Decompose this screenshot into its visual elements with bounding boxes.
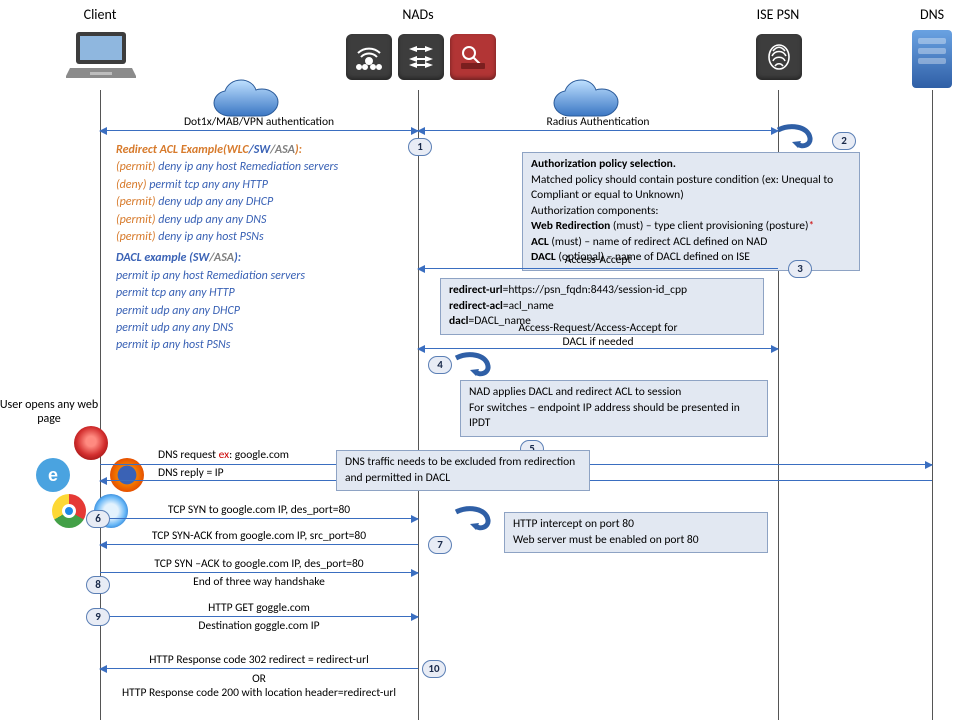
arrow-label: TCP SYN-ACK from google.com IP, src_port…	[100, 529, 418, 543]
redirect-acl-header: Redirect ACL Example(WLC/SW/ASA):	[116, 142, 406, 159]
acl-row: (permit) deny ip any host Remediation se…	[116, 159, 406, 176]
server-icon	[912, 30, 952, 88]
arrow-label: Destination goggle.com IP	[100, 619, 418, 633]
step-badge-2: 2	[832, 132, 856, 150]
dacl-row: permit ip any host PSNs	[116, 337, 406, 354]
arrow-access-accept: Access-Accept	[418, 268, 778, 269]
acl-row: (permit) deny udp any any DHCP	[116, 194, 406, 211]
arrow-label-or: OR	[100, 672, 418, 686]
chrome-icon	[52, 494, 86, 528]
lifeline-dns	[932, 90, 933, 720]
arrow-label: TCP SYN to google.com IP, des_port=80	[100, 503, 418, 517]
note-nad-apply: NAD applies DACL and redirect ACL to ses…	[460, 380, 768, 437]
arrow-tcp-synack: TCP SYN-ACK from google.com IP, src_port…	[100, 544, 418, 545]
fingerprint-icon	[756, 34, 802, 80]
arrow-label: TCP SYN –ACK to google.com IP, des_port=…	[100, 557, 418, 571]
arrow-label: HTTP Response code 302 redirect = redire…	[100, 653, 418, 667]
note-line: redirect-acl=acl_name	[449, 299, 755, 315]
arrow-label: Access-Request/Access-Accept for DACL if…	[418, 321, 778, 349]
actor-client-label: Client	[70, 6, 130, 23]
user-opens-page-label: User opens any web page	[0, 398, 104, 426]
arrow-label: DNS request ex: google.com	[158, 448, 289, 462]
redirect-acl-block: Redirect ACL Example(WLC/SW/ASA): (permi…	[116, 142, 406, 355]
self-loop-icon	[454, 508, 494, 530]
actor-dns-label: DNS	[908, 6, 956, 23]
dacl-row: permit tcp any any HTTP	[116, 285, 406, 302]
arrow-http-response: HTTP Response code 302 redirect = redire…	[100, 668, 418, 669]
arrow-tcp-syn: TCP SYN to google.com IP, des_port=80	[100, 518, 418, 519]
arrow-label: Dot1x/MAB/VPN authentication	[100, 115, 418, 129]
opera-icon	[74, 426, 108, 460]
arrow-label: HTTP Response code 200 with location hea…	[100, 686, 418, 700]
arrow-label: Access-Accept	[418, 253, 778, 267]
wireless-controller-icon	[346, 34, 392, 80]
switch-icon	[398, 34, 444, 80]
laptop-icon	[66, 28, 136, 82]
dacl-row: permit udp any any DNS	[116, 320, 406, 337]
step-badge-4: 4	[428, 356, 452, 374]
dacl-header: DACL example (SW/ASA):	[116, 250, 406, 267]
note-http-intercept: HTTP intercept on port 80 Web server mus…	[504, 512, 768, 553]
arrow-label: DNS reply = IP	[158, 466, 224, 480]
lifeline-nads	[418, 90, 419, 720]
arrow-dacl-request: Access-Request/Access-Accept for DACL if…	[418, 348, 778, 349]
arrow-radius-auth: Radius Authentication	[418, 130, 778, 131]
note-line: ACL (must) – name of redirect ACL define…	[531, 235, 851, 251]
self-loop-icon	[776, 126, 816, 148]
arrow-tcp-ack: TCP SYN –ACK to google.com IP, des_port=…	[100, 572, 418, 573]
acl-row: (permit) deny ip any host PSNs	[116, 229, 406, 246]
arrow-label: End of three way handshake	[100, 575, 418, 589]
note-line: redirect-url=https://psn_fqdn:8443/sessi…	[449, 283, 755, 299]
arrow-http-get: HTTP GET goggle.com Destination goggle.c…	[100, 616, 418, 617]
note-line: Matched policy should contain posture co…	[531, 173, 851, 204]
actor-nads-label: NADs	[390, 6, 446, 23]
step-badge-1: 1	[408, 138, 432, 156]
acl-row: (deny) permit tcp any any HTTP	[116, 177, 406, 194]
actor-isepsn-label: ISE PSN	[744, 6, 812, 23]
step-badge-8: 8	[86, 576, 110, 594]
firewall-icon	[450, 34, 496, 80]
dacl-row: permit ip any host Remediation servers	[116, 268, 406, 285]
dacl-row: permit udp any any DHCP	[116, 303, 406, 320]
acl-row: (permit) deny udp any any DNS	[116, 212, 406, 229]
note-line: Web Redirection (must) – type client pro…	[531, 219, 851, 235]
note-dns-exclude: DNS traffic needs to be excluded from re…	[336, 450, 590, 491]
step-badge-7: 7	[428, 536, 452, 554]
arrow-label: Radius Authentication	[418, 115, 778, 129]
self-loop-icon	[454, 354, 494, 376]
arrow-label: HTTP GET goggle.com	[100, 601, 418, 615]
step-badge-10: 10	[422, 660, 446, 678]
step-badge-3: 3	[788, 260, 812, 278]
ie-icon	[36, 458, 70, 492]
note-title: Authorization policy selection.	[531, 157, 851, 173]
step-badge-6: 6	[86, 510, 110, 528]
note-line: Authorization components:	[531, 204, 851, 220]
arrow-dot1x-auth: Dot1x/MAB/VPN authentication	[100, 130, 418, 131]
step-badge-9: 9	[86, 608, 110, 626]
